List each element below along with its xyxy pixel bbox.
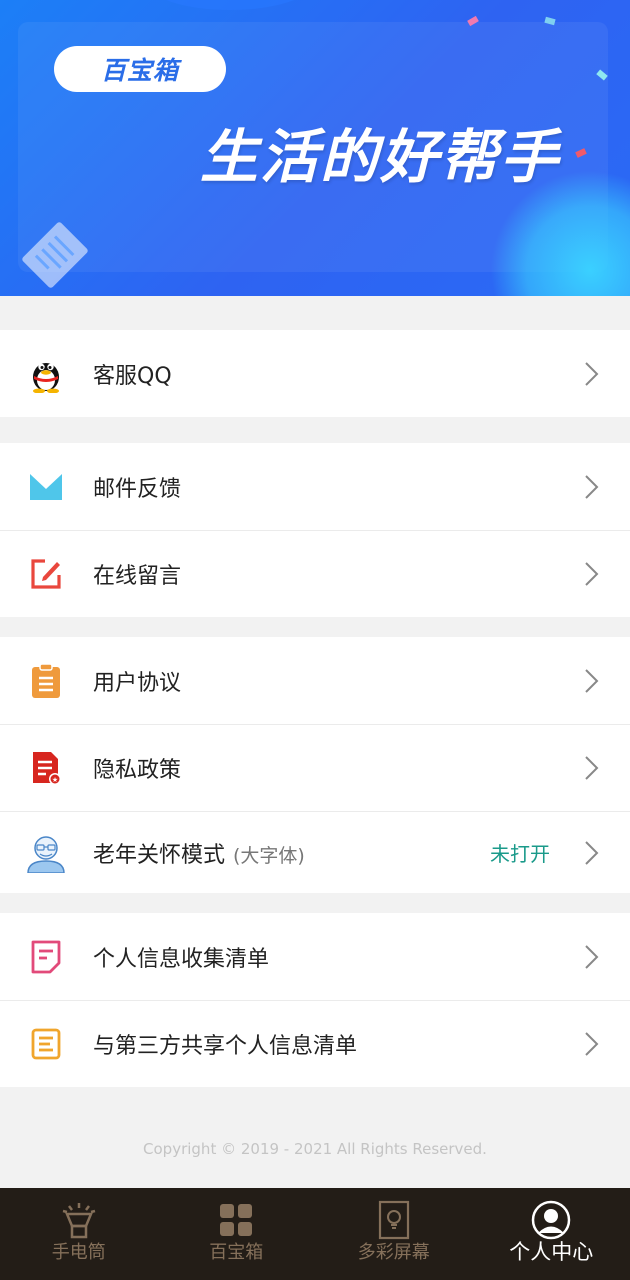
menu-label-third-party-list: 与第三方共享个人信息清单: [93, 1034, 358, 1059]
elder-mode-title: 老年关怀模式: [93, 842, 226, 868]
grid-apps-icon: [220, 1204, 253, 1236]
chevron-right-icon: [585, 668, 599, 693]
menu-label-privacy-policy: 隐私政策: [93, 758, 182, 783]
screen-bulb-icon: [378, 1200, 409, 1240]
bottom-tab-bar: 手电筒 百宝箱 多彩屏幕 个人中心: [0, 1188, 630, 1280]
menu-item-customer-qq[interactable]: 客服QQ: [0, 330, 630, 417]
chevron-right-icon: [585, 562, 599, 586]
document-decoration-icon: [22, 222, 88, 288]
banner-pill-text: 百宝箱: [100, 56, 179, 85]
chevron-right-icon: [585, 840, 599, 865]
note-list-icon: [26, 937, 66, 977]
privacy-document-icon: ★: [26, 748, 66, 788]
elderly-person-icon: [26, 833, 66, 873]
tab-label-personal-center: 个人中心: [509, 1240, 594, 1264]
menu-label-online-message: 在线留言: [93, 564, 182, 589]
share-list-icon: [26, 1024, 66, 1064]
chevron-right-icon: [585, 361, 599, 386]
menu-item-third-party-list[interactable]: 与第三方共享个人信息清单: [0, 1000, 630, 1087]
tab-label-flashlight: 手电筒: [51, 1242, 106, 1263]
edit-icon: [26, 554, 66, 594]
copyright-text: Copyright © 2019 - 2021 All Rights Reser…: [143, 1140, 487, 1158]
menu-group-policies: 用户协议 ★ 隐私政策 老年关怀模式 (大字体) 未打开: [0, 637, 630, 893]
menu-item-privacy-policy[interactable]: ★ 隐私政策: [0, 724, 630, 811]
elder-mode-status: 未打开: [490, 842, 550, 866]
clipboard-icon: [26, 661, 66, 701]
svg-text:★: ★: [52, 776, 58, 784]
menu-item-email-feedback[interactable]: 邮件反馈: [0, 443, 630, 530]
tab-flashlight[interactable]: 手电筒: [0, 1188, 158, 1280]
menu-group-personal-info: 个人信息收集清单 与第三方共享个人信息清单: [0, 913, 630, 1087]
menu-item-elder-mode[interactable]: 老年关怀模式 (大字体) 未打开: [0, 811, 630, 893]
tab-colorful-screen[interactable]: 多彩屏幕: [315, 1188, 473, 1280]
tab-personal-center[interactable]: 个人中心: [473, 1188, 630, 1280]
menu-label-personal-info-list: 个人信息收集清单: [93, 946, 270, 972]
menu-label-elder-mode: 老年关怀模式 (大字体): [93, 837, 305, 869]
menu-item-personal-info-list[interactable]: 个人信息收集清单: [0, 913, 630, 1000]
menu-group-feedback: 邮件反馈 在线留言: [0, 443, 630, 617]
menu-label-user-agreement: 用户协议: [93, 670, 182, 696]
banner-decoration: [150, 0, 310, 10]
tab-label-colorful-screen: 多彩屏幕: [357, 1242, 430, 1263]
menu-item-online-message[interactable]: 在线留言: [0, 530, 630, 617]
banner-pill: 百宝箱: [54, 46, 226, 92]
menu-item-user-agreement[interactable]: 用户协议: [0, 637, 630, 724]
qq-penguin-icon: [26, 354, 66, 394]
menu-label-customer-qq: 客服QQ: [93, 363, 172, 389]
flashlight-icon: [62, 1203, 96, 1239]
chevron-right-icon: [585, 944, 599, 969]
banner-slogan: 生活的好帮手: [200, 123, 561, 191]
chevron-right-icon: [585, 1032, 599, 1056]
mail-icon: [26, 467, 66, 507]
menu-label-email-feedback: 邮件反馈: [93, 476, 182, 502]
chevron-right-icon: [585, 474, 599, 499]
menu-group-contact: 客服QQ: [0, 330, 630, 417]
tab-label-toolbox: 百宝箱: [209, 1242, 264, 1263]
tab-toolbox[interactable]: 百宝箱: [158, 1188, 316, 1280]
chevron-right-icon: [585, 756, 599, 780]
elder-mode-subtitle: (大字体): [233, 844, 305, 867]
user-avatar-icon: [532, 1200, 571, 1240]
header-banner: 百宝箱 生活的好帮手: [0, 0, 630, 296]
